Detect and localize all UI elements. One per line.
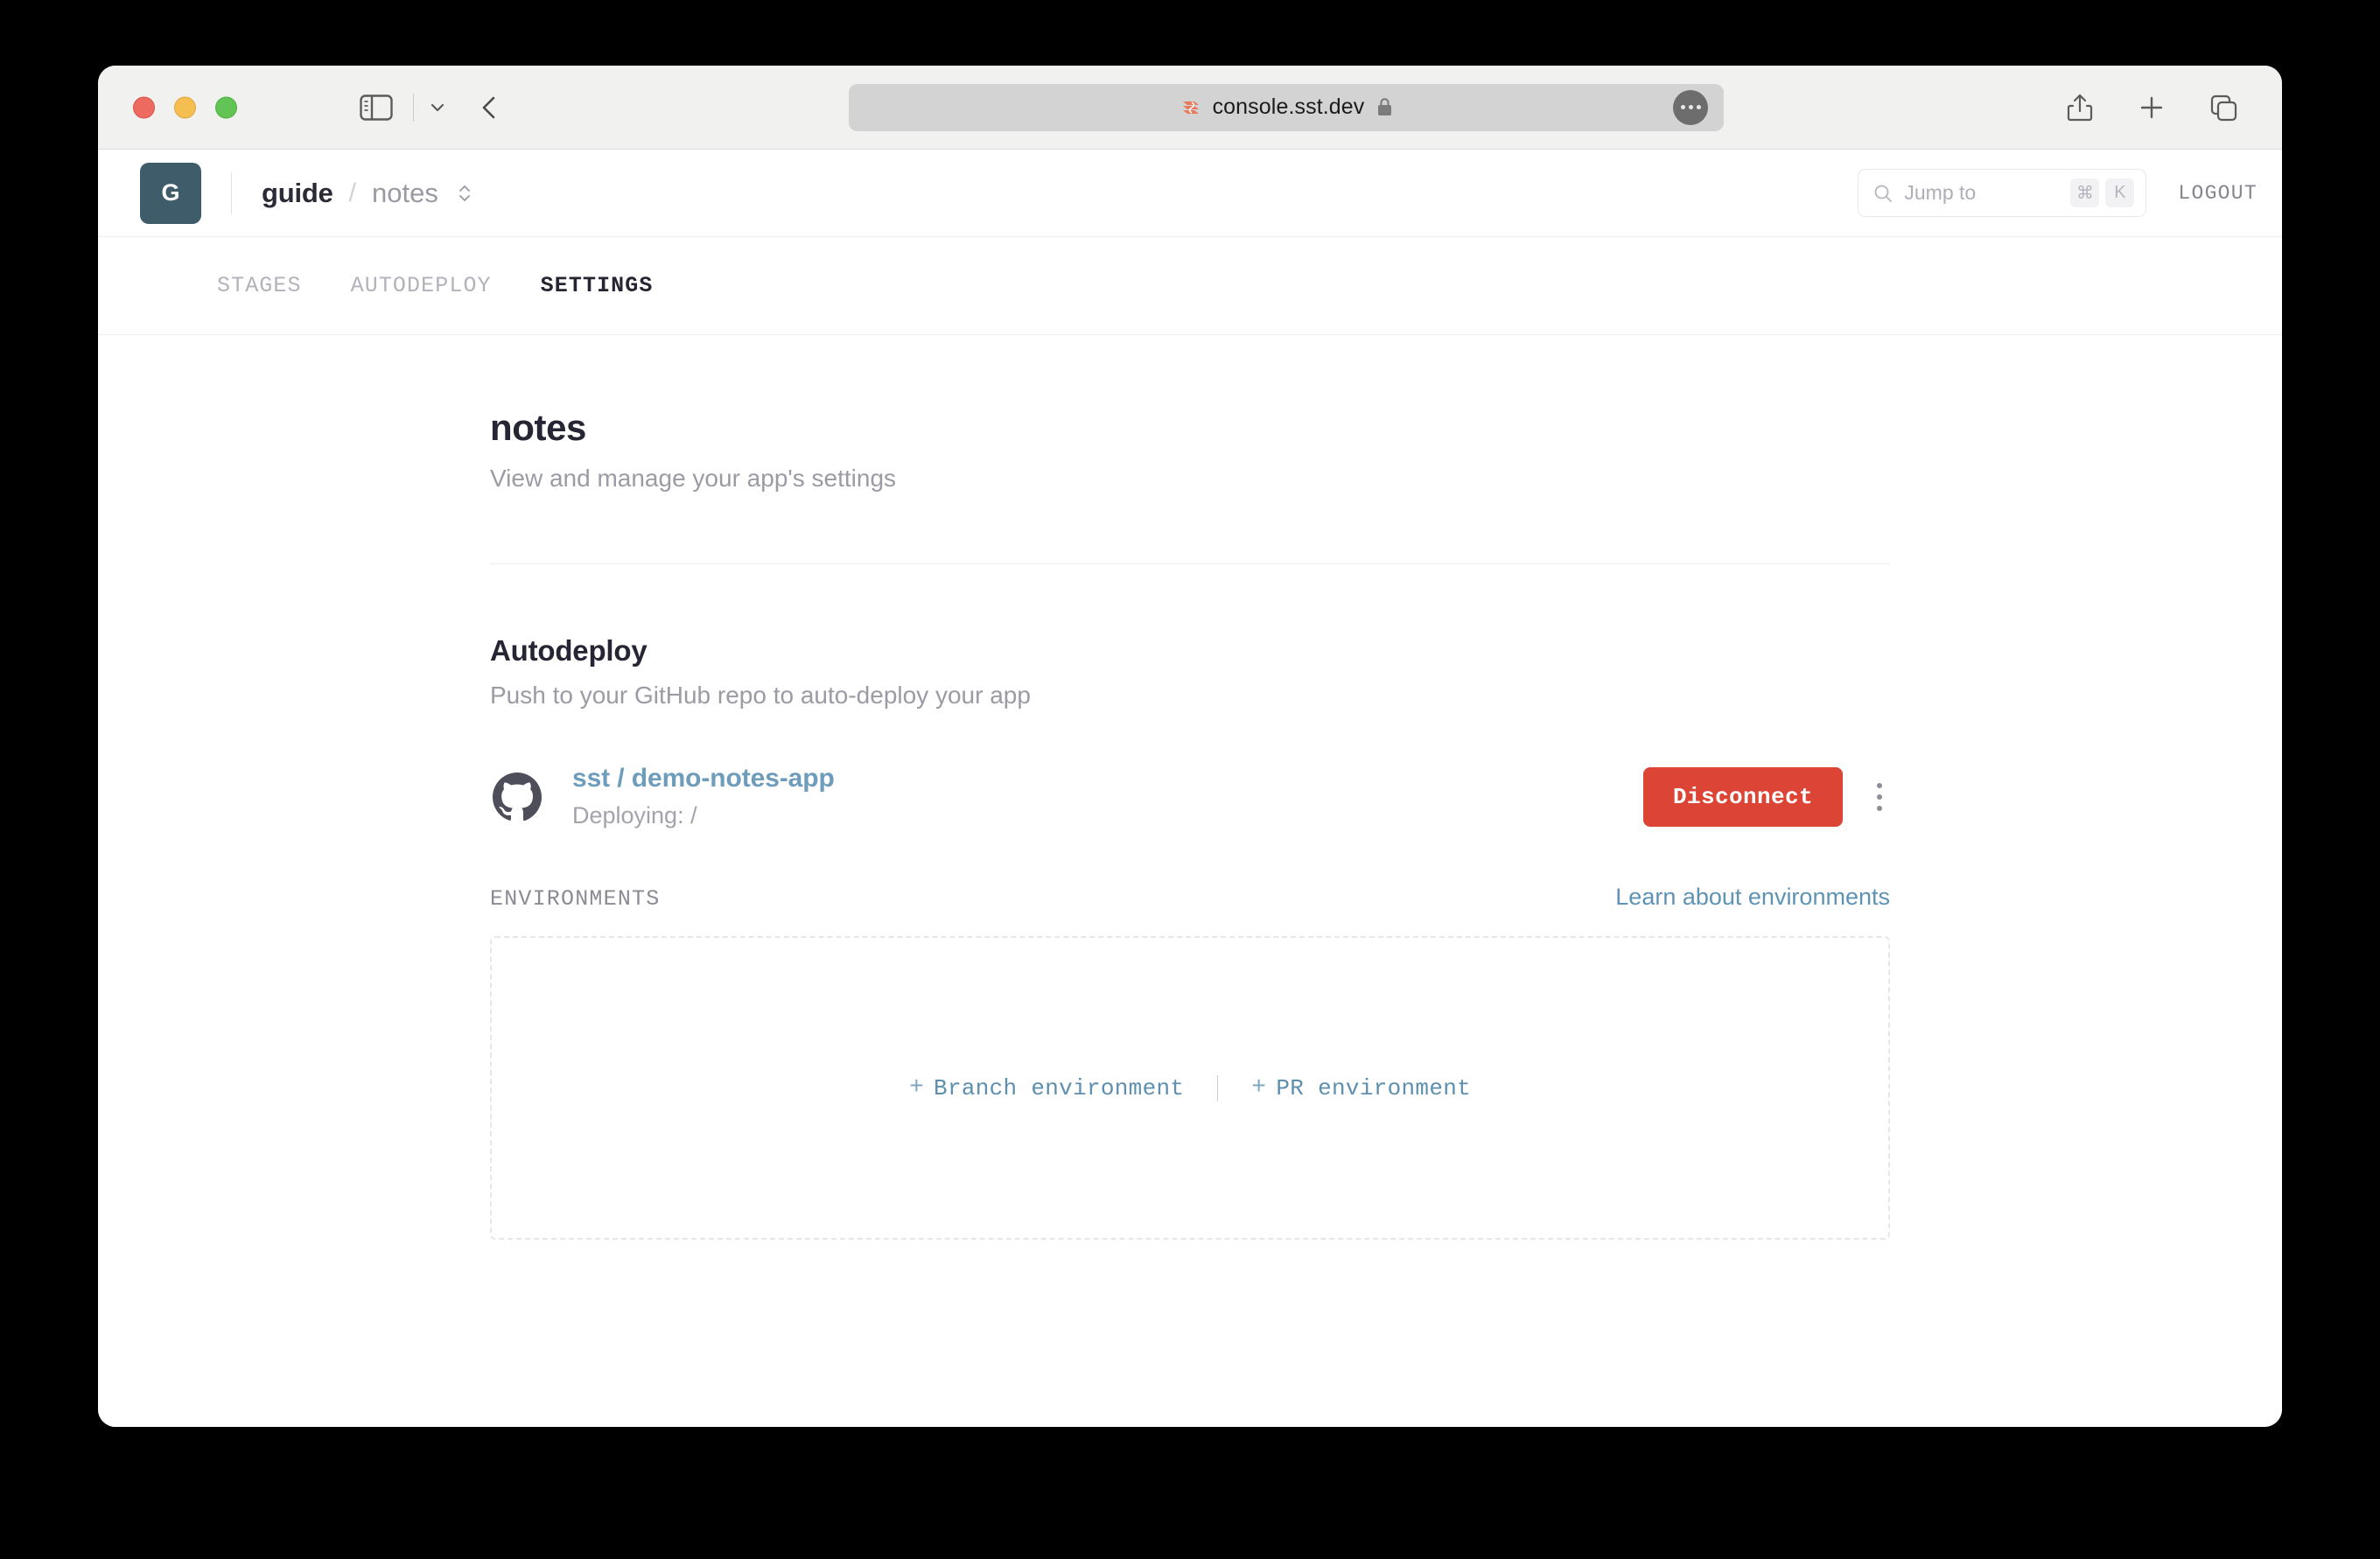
disconnect-button[interactable]: Disconnect — [1642, 766, 1843, 827]
shortcut-key-k: K — [2105, 178, 2135, 207]
header-divider — [231, 171, 232, 214]
breadcrumb-workspace[interactable]: guide — [262, 178, 333, 209]
tab-autodeploy[interactable]: AUTODEPLOY — [351, 273, 492, 298]
search-icon — [1874, 185, 1893, 202]
tab-overview-icon — [2210, 94, 2237, 121]
chevron-down-icon[interactable] — [424, 97, 452, 118]
breadcrumb: guide / notes — [262, 178, 473, 209]
workspace-avatar[interactable]: G — [140, 162, 201, 224]
close-window-button[interactable] — [133, 96, 155, 118]
repo-actions: Disconnect — [1642, 766, 1890, 827]
repo-text: sst / demo-notes-app Deploying: / — [572, 764, 835, 829]
back-button[interactable] — [474, 92, 506, 123]
search-input[interactable]: Jump to ⌘ K — [1858, 169, 2147, 217]
autodeploy-subtitle: Push to your GitHub repo to auto-deploy … — [490, 682, 1031, 709]
repo-row: sst / demo-notes-app Deploying: / Discon… — [490, 764, 1890, 829]
share-icon — [2067, 94, 2093, 121]
toolbar-actions — [2063, 91, 2240, 124]
chevron-up-down-icon[interactable] — [456, 180, 473, 206]
environments-empty-state: + Branch environment + PR environment — [490, 936, 1890, 1240]
url-text: console.sst.dev — [1212, 94, 1365, 119]
ellipsis-icon[interactable] — [1673, 89, 1708, 125]
lock-icon — [1378, 98, 1392, 115]
add-branch-environment-label: Branch environment — [934, 1074, 1185, 1101]
environments-header: ENVIRONMENTS Learn about environments — [490, 884, 1890, 912]
plus-icon — [2140, 96, 2163, 118]
toolbar-separator — [413, 93, 414, 122]
shortcut-key-cmd: ⌘ — [2070, 178, 2100, 207]
add-branch-environment-button[interactable]: + Branch environment — [909, 1075, 1184, 1101]
logout-button[interactable]: LOGOUT — [2178, 182, 2258, 205]
app-header: G guide / notes Jump to ⌘ K LOGOUT — [98, 150, 2282, 237]
breadcrumb-separator: / — [348, 178, 357, 207]
address-bar[interactable]: console.sst.dev — [849, 83, 1724, 131]
minimize-window-button[interactable] — [174, 96, 196, 118]
environments-label: ENVIRONMENTS — [490, 886, 661, 912]
learn-environments-link[interactable]: Learn about environments — [1615, 884, 1890, 911]
autodeploy-title: Autodeploy — [490, 634, 648, 667]
tab-stages[interactable]: STAGES — [217, 273, 302, 298]
sst-favicon-icon — [1182, 101, 1199, 114]
browser-toolbar: console.sst.dev — [98, 66, 2282, 150]
plus-icon: + — [1251, 1073, 1267, 1101]
page-title: notes — [490, 407, 587, 448]
github-icon — [493, 772, 542, 821]
repo-status: Deploying: / — [572, 802, 697, 828]
search-shortcut: ⌘ K — [2070, 178, 2135, 207]
section-divider — [490, 563, 1890, 564]
tab-settings[interactable]: SETTINGS — [541, 273, 654, 298]
repo-link[interactable]: sst / demo-notes-app — [572, 764, 835, 793]
main-content: notes View and manage your app's setting… — [98, 335, 2282, 1427]
search-placeholder: Jump to — [1904, 181, 1977, 204]
plus-icon: + — [908, 1073, 925, 1101]
sidebar-toggle-icon[interactable] — [360, 94, 393, 121]
page-subtitle: View and manage your app's settings — [490, 465, 897, 492]
add-pr-environment-label: PR environment — [1276, 1074, 1472, 1101]
zoom-window-button[interactable] — [215, 96, 237, 118]
environments-action-divider — [1217, 1074, 1219, 1101]
header-right: Jump to ⌘ K LOGOUT — [1858, 169, 2258, 217]
tab-bar: STAGES AUTODEPLOY SETTINGS — [98, 237, 2282, 335]
breadcrumb-stage[interactable]: notes — [372, 178, 438, 209]
add-pr-environment-button[interactable]: + PR environment — [1251, 1075, 1471, 1101]
traffic-lights — [133, 96, 237, 118]
kebab-menu-icon[interactable] — [1869, 776, 1890, 818]
browser-window: console.sst.dev G guide / notes Jump to … — [98, 66, 2282, 1427]
